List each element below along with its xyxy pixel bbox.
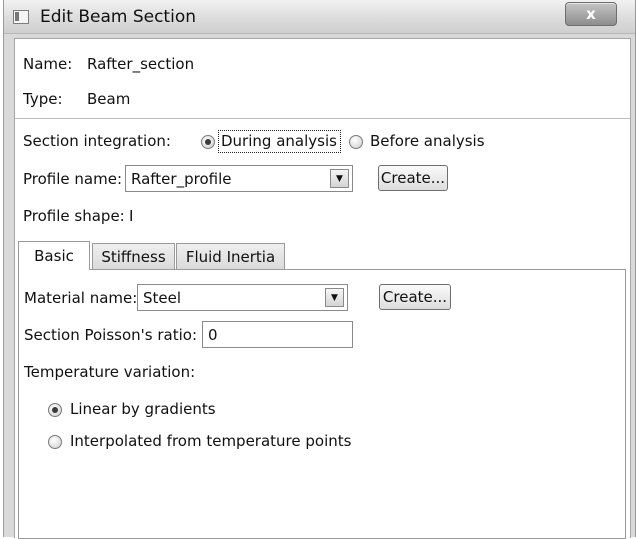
profile-name-select[interactable]: Rafter_profile ▼ <box>125 165 353 192</box>
radio-interpolated-temperature-points[interactable] <box>48 435 62 449</box>
name-label: Name: <box>23 55 73 73</box>
edit-beam-section-dialog: Edit Beam Section x Name: Rafter_section… <box>3 0 636 539</box>
section-integration-label: Section integration: <box>23 132 171 150</box>
profile-name-value: Rafter_profile <box>131 170 232 188</box>
poisson-ratio-label: Section Poisson's ratio: <box>24 326 198 344</box>
dialog-content: Name: Rafter_section Type: Beam Section … <box>14 38 631 539</box>
profile-name-label: Profile name: <box>23 170 123 188</box>
during-analysis-label[interactable]: During analysis <box>221 132 337 150</box>
poisson-ratio-value: 0 <box>208 326 218 344</box>
material-name-select[interactable]: Steel ▼ <box>137 284 348 311</box>
radio-before-analysis[interactable] <box>349 135 363 149</box>
temperature-variation-label: Temperature variation: <box>24 363 196 381</box>
tab-stiffness[interactable]: Stiffness <box>92 243 175 269</box>
chevron-down-icon[interactable]: ▼ <box>330 169 349 188</box>
material-name-label: Material name: <box>24 289 138 307</box>
window-title: Edit Beam Section <box>40 7 196 27</box>
radio-during-analysis[interactable] <box>201 135 215 149</box>
radio-linear-by-gradients[interactable] <box>48 403 62 417</box>
profile-shape-value: I <box>129 207 134 225</box>
poisson-ratio-input[interactable]: 0 <box>202 321 353 348</box>
chevron-down-icon[interactable]: ▼ <box>325 288 344 307</box>
close-icon: x <box>586 5 596 23</box>
before-analysis-label[interactable]: Before analysis <box>370 132 485 150</box>
type-label: Type: <box>23 90 63 108</box>
tab-fluid-inertia[interactable]: Fluid Inertia <box>176 243 285 269</box>
type-value: Beam <box>87 90 131 108</box>
linear-by-gradients-label[interactable]: Linear by gradients <box>70 400 216 418</box>
profile-shape-label: Profile shape: <box>23 207 125 225</box>
close-button[interactable]: x <box>565 2 617 26</box>
title-bar[interactable]: Edit Beam Section x <box>4 0 635 34</box>
name-value: Rafter_section <box>87 55 195 73</box>
basic-tab-panel: Material name: Steel ▼ Create... Section… <box>18 269 626 539</box>
material-name-value: Steel <box>143 289 182 307</box>
window-app-icon <box>13 10 29 24</box>
tab-basic[interactable]: Basic <box>18 241 90 270</box>
interpolated-label[interactable]: Interpolated from temperature points <box>70 432 351 450</box>
separator <box>15 118 630 119</box>
material-create-button[interactable]: Create... <box>379 284 451 310</box>
profile-create-button[interactable]: Create... <box>378 165 448 191</box>
